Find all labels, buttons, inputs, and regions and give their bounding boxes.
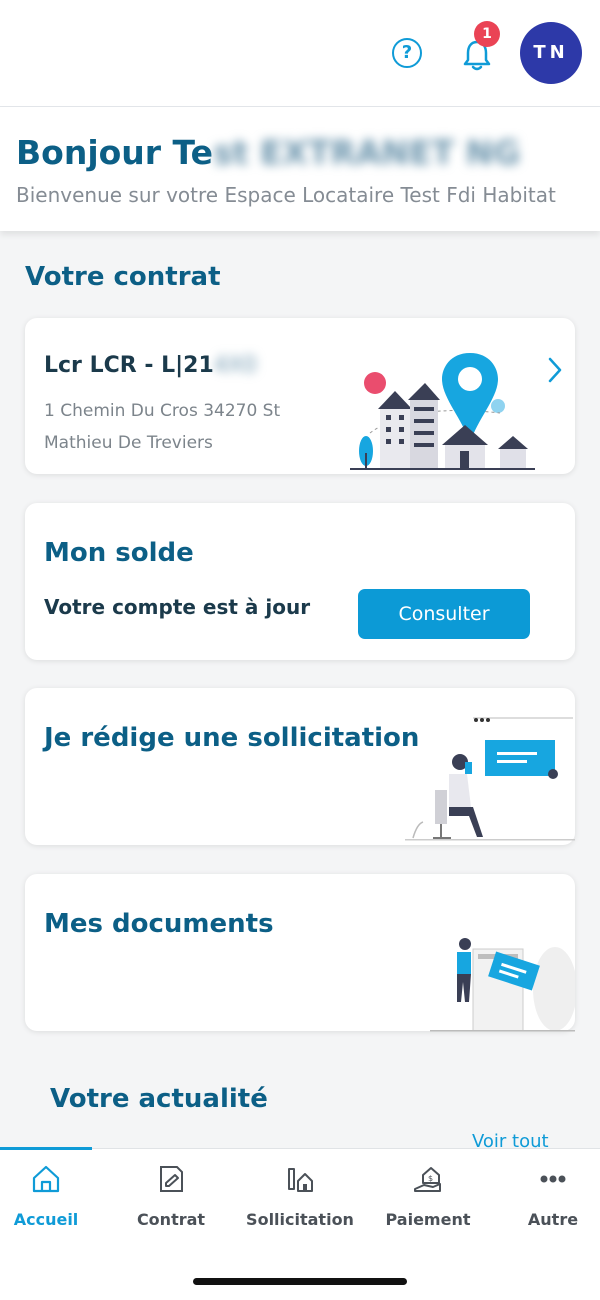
tab-label: Contrat: [136, 1210, 206, 1229]
tab-label: Paiement: [385, 1210, 471, 1229]
contract-section-title: Votre contrat: [25, 262, 221, 292]
greeting-title: Bonjour Test EXTRANET NG: [16, 133, 520, 172]
documents-card[interactable]: Mes documents: [25, 874, 575, 1032]
request-title: Je rédige une sollicitation: [44, 723, 420, 753]
tab-contrat[interactable]: Contrat: [111, 1149, 231, 1249]
balance-title: Mon solde: [44, 538, 194, 568]
tab-paiement[interactable]: $ Paiement: [368, 1149, 488, 1249]
contract-card[interactable]: Lcr LCR - L|214X0 1 Chemin Du Cros 34270…: [25, 318, 575, 474]
address-line-1: 1 Chemin Du Cros 34270 St: [44, 401, 281, 421]
tab-accueil[interactable]: Accueil: [0, 1149, 106, 1249]
news-section-title: Votre actualité: [50, 1084, 268, 1114]
more-icon: [540, 1175, 566, 1183]
payment-icon: $: [414, 1167, 441, 1192]
balance-card: Mon solde Votre compte est à jour Consul…: [25, 503, 575, 660]
woman-phone-illustration: [405, 717, 575, 841]
documents-title: Mes documents: [44, 909, 274, 939]
tab-sollicitation[interactable]: Sollicitation: [240, 1149, 360, 1249]
contract-reference-blurred: 4X0: [213, 353, 257, 378]
city-illustration: [350, 353, 535, 470]
home-indicator: [193, 1278, 407, 1285]
request-icon: [288, 1168, 313, 1192]
top-bar: ? 1 TN: [0, 0, 600, 107]
greeting-name: Bonjour Te: [16, 133, 214, 172]
chevron-right-icon[interactable]: [547, 356, 563, 384]
contract-reference: Lcr LCR - L|214X0: [44, 353, 257, 378]
contract-reference-visible: Lcr LCR - L|21: [44, 353, 214, 378]
tab-label: Autre: [527, 1210, 579, 1229]
contract-address: 1 Chemin Du Cros 34270 St Mathieu De Tre…: [44, 395, 304, 459]
address-line-2: Mathieu De Treviers: [44, 433, 213, 453]
notification-badge: 1: [474, 21, 500, 47]
tab-autre[interactable]: Autre: [493, 1149, 600, 1249]
svg-text:$: $: [428, 1174, 433, 1183]
greeting-subtitle: Bienvenue sur votre Espace Locataire Tes…: [16, 183, 556, 207]
documents-illustration: [430, 938, 575, 1032]
balance-status: Votre compte est à jour: [44, 595, 311, 619]
greeting-panel: Bonjour Test EXTRANET NG Bienvenue sur v…: [0, 107, 600, 231]
help-icon[interactable]: ?: [392, 38, 422, 68]
avatar[interactable]: TN: [520, 22, 582, 84]
tab-label: Sollicitation: [246, 1210, 354, 1229]
contract-icon: [160, 1166, 183, 1192]
greeting-name-blurred: st EXTRANET NG: [213, 133, 521, 172]
home-icon: [32, 1165, 60, 1193]
tab-label: Accueil: [13, 1210, 79, 1229]
request-card[interactable]: Je rédige une sollicitation: [25, 688, 575, 845]
consult-button[interactable]: Consulter: [358, 589, 530, 639]
